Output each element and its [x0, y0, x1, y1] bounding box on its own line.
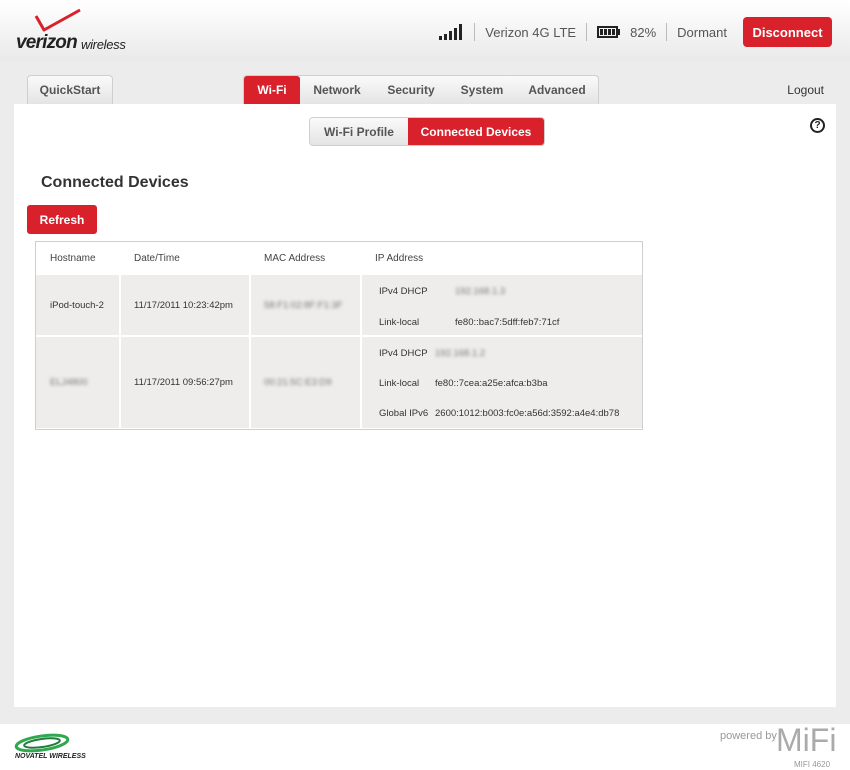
ip-value: 192.168.1.2 — [435, 348, 486, 359]
cell-ip: IPv4 DHCP 192.168.1.2 Link-local fe80::7ce… — [379, 337, 641, 428]
divider — [666, 23, 668, 41]
cell-mac: 00:21:5C:E3:D9 — [264, 377, 332, 388]
novatel-logo-text: NOVATEL WIRELESS — [15, 753, 86, 760]
header-ip: IP Address — [375, 253, 424, 264]
footer: NOVATEL WIRELESS powered by MiFi MIFI 46… — [0, 722, 850, 770]
table-row: iPod-touch-2 11/17/2011 10:23:42pm 58:F1… — [36, 273, 642, 335]
status-bar: Verizon 4G LTE 82% Dormant Disconnect — [439, 17, 832, 47]
connection-state: Dormant — [677, 24, 727, 40]
main-tab-group: Wi-Fi Network Security System Advanced — [243, 75, 599, 104]
mifi-logo: powered by MiFi MIFI 4620 — [720, 722, 840, 770]
cell-mac: 58:F1:02:8F:F1:3F — [264, 299, 343, 311]
page-title: Connected Devices — [41, 174, 189, 191]
ip-value: fe80::7cea:a25e:afca:b3ba — [435, 378, 548, 389]
battery-percent: 82% — [630, 24, 657, 40]
ip-label: Global IPv6 — [379, 408, 429, 419]
tab-system[interactable]: System — [448, 76, 516, 104]
verizon-logo: verizon wireless — [16, 8, 136, 53]
cell-hostname: iPod-touch-2 — [50, 299, 104, 311]
ip-label: Link-local — [379, 317, 420, 328]
ip-value: fe80::bac7:5dff:feb7:71cf — [455, 317, 560, 328]
network-status: Verizon 4G LTE — [485, 24, 577, 40]
cell-hostname: ELJ4800 — [50, 377, 88, 388]
tab-quickstart[interactable]: QuickStart — [27, 75, 113, 104]
cell-datetime: 11/17/2011 09:56:27pm — [134, 377, 233, 388]
subtab-group: Wi-Fi Profile Connected Devices — [309, 117, 545, 146]
ip-label: IPv4 DHCP — [379, 286, 428, 297]
subtab-wifi-profile[interactable]: Wi-Fi Profile — [310, 118, 408, 145]
header-datetime: Date/Time — [134, 253, 180, 264]
table-header: Hostname Date/Time MAC Address IP Addres… — [36, 242, 642, 274]
tab-wifi[interactable]: Wi-Fi — [244, 76, 300, 104]
brand-name: verizon — [16, 32, 78, 53]
tab-network[interactable]: Network — [300, 76, 374, 104]
header-mac: MAC Address — [264, 253, 326, 264]
model-text: MIFI 4620 — [794, 760, 831, 769]
header-hostname: Hostname — [50, 253, 96, 264]
ip-label: Link-local — [379, 378, 420, 389]
content-panel: Wi-Fi Profile Connected Devices ? Connec… — [14, 104, 836, 707]
ip-value: 2600:1012:b003:fc0e:a56d:3592:a4e4:db78 — [435, 408, 620, 419]
divider — [474, 23, 476, 41]
divider — [586, 23, 588, 41]
ip-value: 192.168.1.3 — [455, 286, 506, 297]
table-row: ELJ4800 11/17/2011 09:56:27pm 00:21:5C:E… — [36, 335, 642, 428]
brand-sub: wireless — [81, 37, 126, 52]
help-icon[interactable]: ? — [810, 118, 825, 133]
signal-icon — [439, 24, 463, 40]
cell-datetime: 11/17/2011 10:23:42pm — [134, 299, 233, 311]
ip-label: IPv4 DHCP — [379, 348, 428, 359]
subtab-connected-devices[interactable]: Connected Devices — [408, 118, 544, 145]
devices-table: Hostname Date/Time MAC Address IP Addres… — [35, 241, 643, 430]
cell-ip: IPv4 DHCP 192.168.1.3 Link-local fe80::bac… — [379, 275, 639, 335]
main-nav: QuickStart Wi-Fi Network Security System… — [0, 72, 850, 104]
powered-by-text: powered by — [720, 730, 777, 742]
novatel-swoosh-icon — [14, 733, 70, 753]
refresh-button[interactable]: Refresh — [27, 205, 97, 234]
disconnect-button[interactable]: Disconnect — [743, 17, 832, 47]
tab-advanced[interactable]: Advanced — [516, 76, 598, 104]
battery-icon — [597, 26, 621, 38]
tab-security[interactable]: Security — [374, 76, 448, 104]
mifi-text: MiFi — [776, 722, 837, 758]
verizon-check-icon — [34, 8, 81, 32]
logout-link[interactable]: Logout — [787, 83, 824, 97]
header: verizon wireless Verizon 4G LTE 82% Dorm… — [0, 0, 850, 62]
